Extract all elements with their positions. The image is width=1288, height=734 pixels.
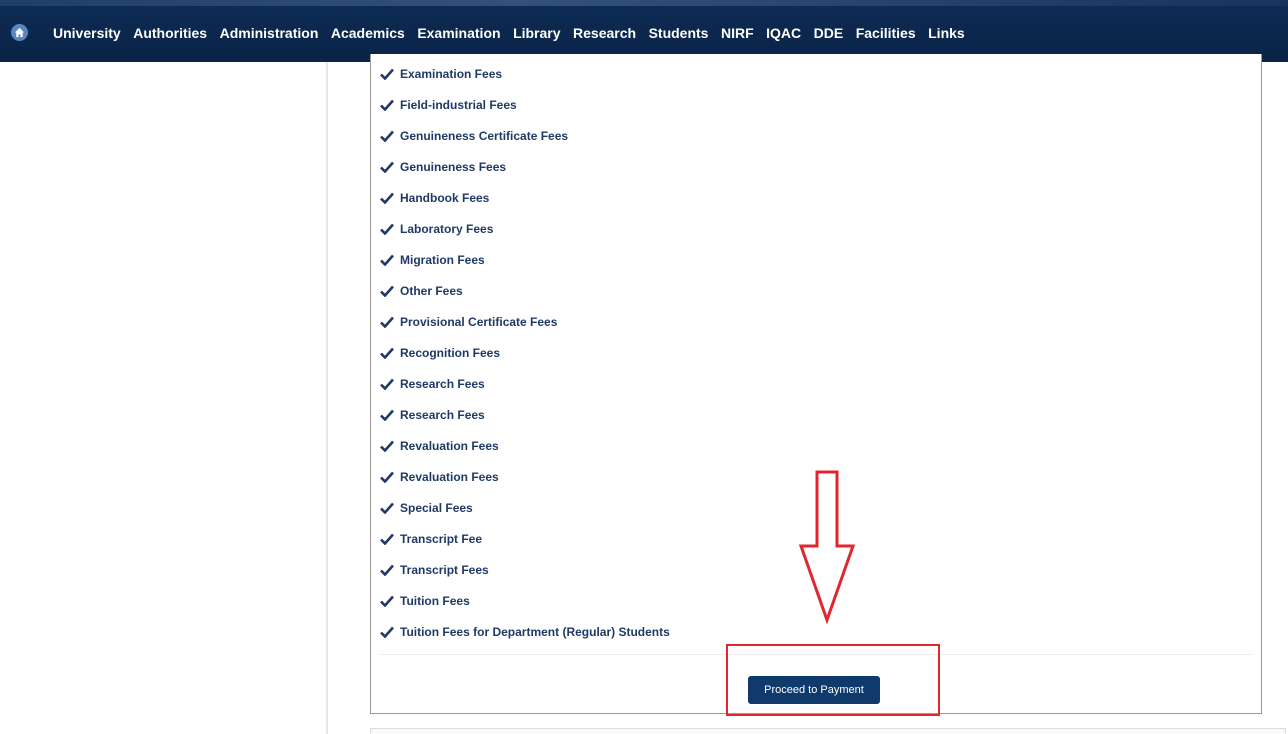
checkmark-icon bbox=[380, 254, 400, 266]
checkmark-icon bbox=[380, 130, 400, 142]
nav-item-examination[interactable]: Examination bbox=[417, 23, 500, 43]
nav-item-authorities[interactable]: Authorities bbox=[133, 23, 207, 43]
fee-label: Transcript Fees bbox=[400, 562, 489, 577]
fee-list-item: Research Fees bbox=[380, 399, 980, 430]
checkmark-icon bbox=[380, 192, 400, 204]
fee-list-item: Genuineness Fees bbox=[380, 151, 980, 182]
nav-item-links[interactable]: Links bbox=[928, 23, 965, 43]
checkmark-icon bbox=[380, 223, 400, 235]
checkmark-icon bbox=[380, 378, 400, 390]
fee-label: Revaluation Fees bbox=[400, 438, 499, 453]
fee-label: Research Fees bbox=[400, 376, 485, 391]
fee-list-item: Tuition Fees for Department (Regular) St… bbox=[380, 616, 980, 647]
fee-label: Other Fees bbox=[400, 283, 463, 298]
fee-list-item: Examination Fees bbox=[380, 58, 980, 89]
nav-item-students[interactable]: Students bbox=[649, 23, 709, 43]
nav-item-iqac[interactable]: IQAC bbox=[766, 23, 801, 43]
fee-label: Provisional Certificate Fees bbox=[400, 314, 558, 329]
nav-item-library[interactable]: Library bbox=[513, 23, 560, 43]
home-icon[interactable] bbox=[11, 24, 28, 41]
checkmark-icon bbox=[380, 440, 400, 452]
nav-item-facilities[interactable]: Facilities bbox=[856, 23, 916, 43]
nav-item-academics[interactable]: Academics bbox=[331, 23, 405, 43]
nav-item-university[interactable]: University bbox=[53, 23, 121, 43]
fee-list-item: Special Fees bbox=[380, 492, 980, 523]
fee-label: Laboratory Fees bbox=[400, 221, 494, 236]
sidebar-divider bbox=[326, 62, 328, 734]
fee-label: Special Fees bbox=[400, 500, 473, 515]
checkmark-icon bbox=[380, 99, 400, 111]
fee-list-item: Migration Fees bbox=[380, 244, 980, 275]
fee-label: Research Fees bbox=[400, 407, 485, 422]
checkmark-icon bbox=[380, 502, 400, 514]
fee-list-item: Genuineness Certificate Fees bbox=[380, 120, 980, 151]
fee-label: Handbook Fees bbox=[400, 190, 490, 205]
checkmark-icon bbox=[380, 316, 400, 328]
next-section-card bbox=[370, 728, 1286, 734]
fee-label: Tuition Fees for Department (Regular) St… bbox=[400, 624, 670, 639]
fee-list-item: Other Fees bbox=[380, 275, 980, 306]
fee-list-item: Research Fees bbox=[380, 368, 980, 399]
nav-item-nirf[interactable]: NIRF bbox=[721, 23, 754, 43]
fee-label: Genuineness Fees bbox=[400, 159, 507, 174]
fee-label: Migration Fees bbox=[400, 252, 485, 267]
fee-list-item: Transcript Fee bbox=[380, 523, 980, 554]
annotation-highlight-box bbox=[726, 644, 940, 716]
fee-list-item: Recognition Fees bbox=[380, 337, 980, 368]
top-navigation-bar: University Authorities Administration Acade… bbox=[0, 0, 1288, 62]
fee-list-item: Tuition Fees bbox=[380, 585, 980, 616]
checkmark-icon bbox=[380, 347, 400, 359]
fee-list-item: Revaluation Fees bbox=[380, 430, 980, 461]
nav-menu: University Authorities Administration Acade… bbox=[53, 23, 977, 43]
fee-list-item: Laboratory Fees bbox=[380, 213, 980, 244]
checkmark-icon bbox=[380, 285, 400, 297]
fee-label: Transcript Fee bbox=[400, 531, 483, 546]
fee-list: Examination Fees Field-industrial Fees Gen… bbox=[380, 58, 980, 647]
fee-label: Revaluation Fees bbox=[400, 469, 499, 484]
checkmark-icon bbox=[380, 471, 400, 483]
down-arrow-icon bbox=[798, 470, 856, 624]
fee-list-item: Handbook Fees bbox=[380, 182, 980, 213]
nav-item-research[interactable]: Research bbox=[573, 23, 636, 43]
fee-label: Genuineness Certificate Fees bbox=[400, 128, 569, 143]
nav-item-administration[interactable]: Administration bbox=[220, 23, 319, 43]
checkmark-icon bbox=[380, 595, 400, 607]
fee-list-item: Field-industrial Fees bbox=[380, 89, 980, 120]
fee-label: Field-industrial Fees bbox=[400, 97, 517, 112]
fee-list-item: Transcript Fees bbox=[380, 554, 980, 585]
fee-list-item: Revaluation Fees bbox=[380, 461, 980, 492]
checkmark-icon bbox=[380, 626, 400, 638]
checkmark-icon bbox=[380, 533, 400, 545]
checkmark-icon bbox=[380, 68, 400, 80]
fee-list-item: Provisional Certificate Fees bbox=[380, 306, 980, 337]
header-banner-strip bbox=[0, 0, 1288, 6]
nav-item-dde[interactable]: DDE bbox=[814, 23, 844, 43]
checkmark-icon bbox=[380, 409, 400, 421]
fee-label: Recognition Fees bbox=[400, 345, 501, 360]
checkmark-icon bbox=[380, 564, 400, 576]
fee-label: Tuition Fees bbox=[400, 593, 470, 608]
checkmark-icon bbox=[380, 161, 400, 173]
fee-label: Examination Fees bbox=[400, 66, 503, 81]
